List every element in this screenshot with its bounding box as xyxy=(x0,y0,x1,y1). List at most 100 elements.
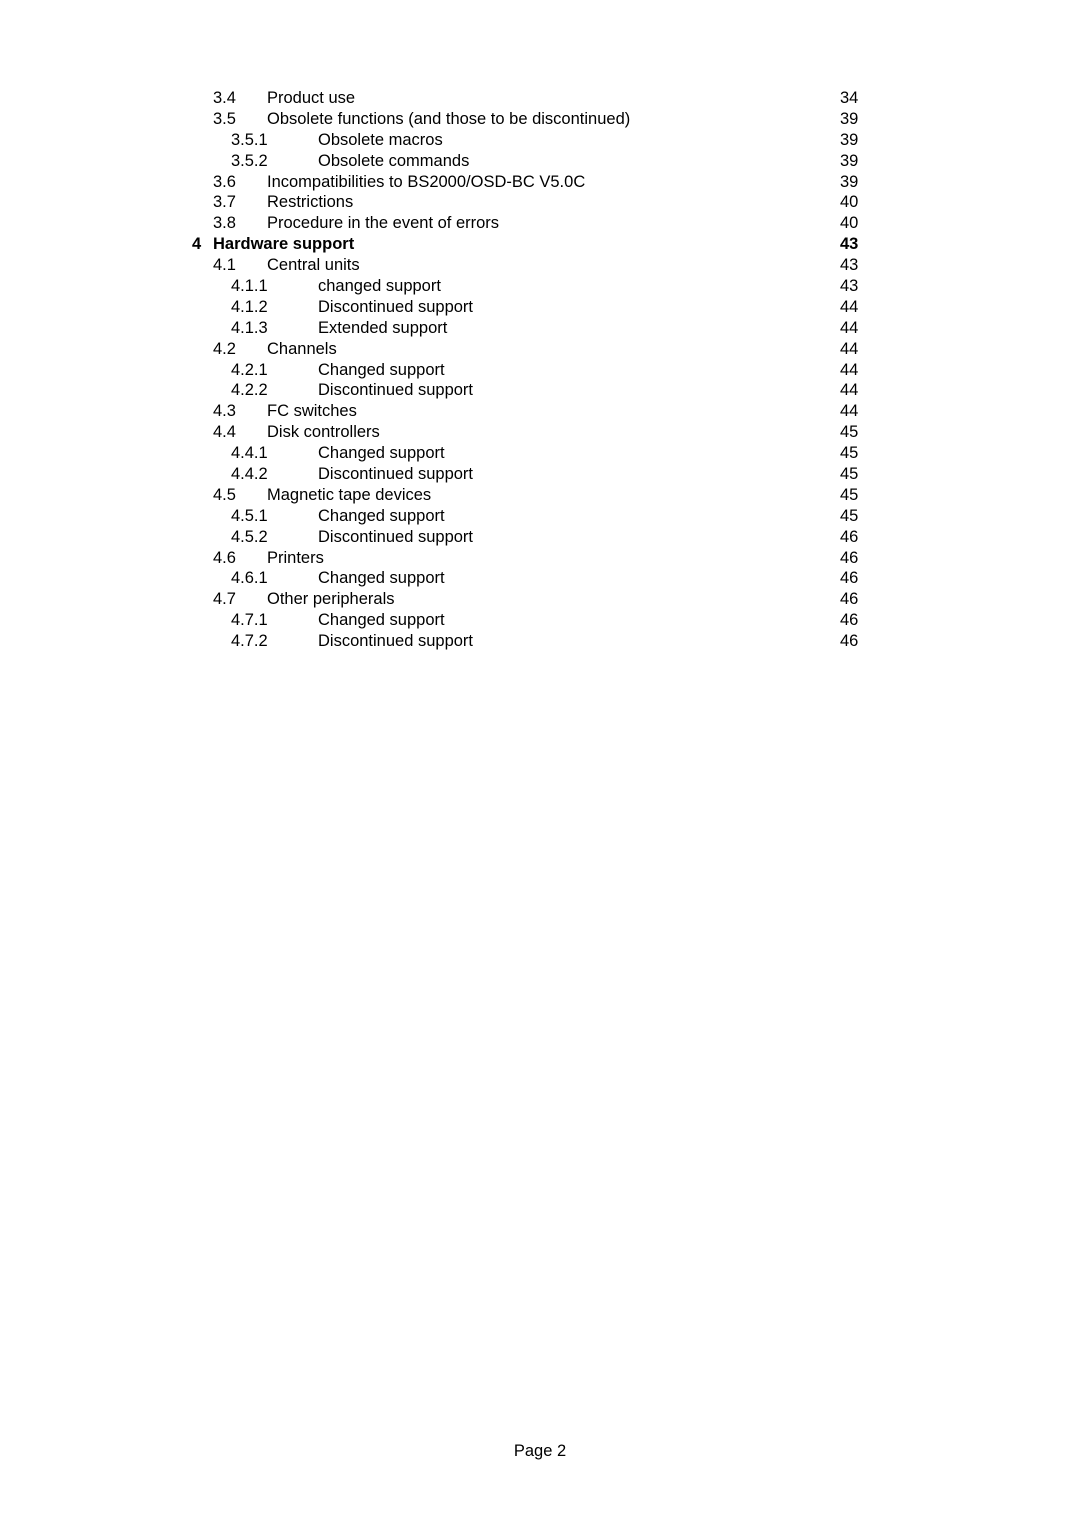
toc-entry[interactable]: 4.4.2 Discontinued support 45 xyxy=(180,464,900,485)
toc-entry-number: 4.7 xyxy=(213,590,236,609)
toc-entry-title: Changed support xyxy=(318,444,445,463)
toc-entry[interactable]: 4.7 Other peripherals 46 xyxy=(180,589,900,610)
toc-entry-page-number: 46 xyxy=(840,569,859,588)
toc-entry-title: Incompatibilities to BS2000/OSD-BC V5.0C xyxy=(267,172,586,191)
toc-entry[interactable]: 3.7 Restrictions 40 xyxy=(180,192,900,213)
toc-entry-number: 4.2 xyxy=(213,339,236,358)
toc-entry-title: Restrictions xyxy=(267,193,354,212)
toc-entry[interactable]: 3.4 Product use 34 xyxy=(180,88,900,109)
toc-entry-page-number: 39 xyxy=(840,172,859,191)
toc-entry-page-number: 40 xyxy=(840,214,859,233)
toc-entry-page-number: 44 xyxy=(840,339,859,358)
toc-entry-title: Channels xyxy=(267,339,337,358)
toc-entry-number: 4.2.2 xyxy=(231,381,268,400)
toc-entry-number: 3.8 xyxy=(213,214,236,233)
toc-entry[interactable]: 3.5 Obsolete functions (and those to be d… xyxy=(180,109,900,130)
toc-entry-title: Discontinued support xyxy=(318,527,474,546)
toc-entry-page-number: 46 xyxy=(840,611,859,630)
toc-entry-page-number: 46 xyxy=(840,632,859,651)
toc-entry-number: 3.7 xyxy=(213,193,236,212)
toc-entry-number: 3.6 xyxy=(213,172,236,191)
toc-entry-number: 4.6.1 xyxy=(231,569,268,588)
toc-entry-page-number: 45 xyxy=(840,423,859,442)
toc-entry-number: 4.6 xyxy=(213,548,236,567)
toc-entry-title: changed support xyxy=(318,277,441,296)
toc-entry-number: 4.1.1 xyxy=(231,277,268,296)
toc-entry-number: 4.4.2 xyxy=(231,465,268,484)
toc-entry-title: Magnetic tape devices xyxy=(267,485,432,504)
toc-entry-page-number: 46 xyxy=(840,590,859,609)
toc-entry-number: 3.5 xyxy=(213,109,236,128)
toc-entry-page-number: 45 xyxy=(840,465,859,484)
toc-entry[interactable]: 4 Hardware support 43 xyxy=(180,234,900,255)
toc-entry-title: Product use xyxy=(267,89,356,107)
toc-entry-title: Obsolete commands xyxy=(318,151,470,170)
toc-entry-number: 4.1.2 xyxy=(231,297,268,316)
toc-entry-page-number: 44 xyxy=(840,360,859,379)
toc-entry-number: 4.2.1 xyxy=(231,360,268,379)
toc-entry[interactable]: 4.7.1 Changed support 46 xyxy=(180,610,900,631)
toc-entry[interactable]: 3.8 Procedure in the event of errors 40 xyxy=(180,213,900,234)
page-footer: Page 2 xyxy=(513,1442,567,1460)
toc-entry[interactable]: 4.5.2 Discontinued support 46 xyxy=(180,527,900,548)
toc-entry-title: Printers xyxy=(267,548,324,567)
toc-entry-page-number: 39 xyxy=(840,151,859,170)
toc-entry-page-number: 43 xyxy=(840,277,859,296)
toc-entry[interactable]: 4.6 Printers 46 xyxy=(180,548,900,569)
toc-entry-number: 4.7.1 xyxy=(231,611,268,630)
toc-entry[interactable]: 4.3 FC switches 44 xyxy=(180,401,900,422)
toc-entry[interactable]: 4.2.1 Changed support 44 xyxy=(180,360,900,381)
toc-entry-number: 4.1 xyxy=(213,256,236,275)
toc-entry[interactable]: 4.5.1 Changed support 45 xyxy=(180,506,900,527)
toc-entry-number: 4.3 xyxy=(213,402,236,421)
toc-entry-page-number: 45 xyxy=(840,506,859,525)
toc-entry-number: 3.5.1 xyxy=(231,130,268,149)
toc-entry-title: Discontinued support xyxy=(318,381,474,400)
toc-entry-page-number: 44 xyxy=(840,318,859,337)
toc-entry-page-number: 43 xyxy=(840,235,859,254)
toc-entry-title: Obsolete macros xyxy=(318,130,443,149)
toc-entry-page-number: 43 xyxy=(840,256,859,275)
toc-entry[interactable]: 4.4.1 Changed support 45 xyxy=(180,443,900,464)
toc-entry-page-number: 44 xyxy=(840,402,859,421)
toc-entry-number: 4.5 xyxy=(213,485,236,504)
toc-entry[interactable]: 4.2 Channels 44 xyxy=(180,339,900,360)
toc-entry-title: Discontinued support xyxy=(318,297,474,316)
toc-entry[interactable]: 4.1 Central units 43 xyxy=(180,255,900,276)
toc-entry-number: 4.5.1 xyxy=(231,506,268,525)
toc-entry[interactable]: 4.5 Magnetic tape devices 45 xyxy=(180,485,900,506)
toc-entry-page-number: 39 xyxy=(840,130,859,149)
toc-entry-page-number: 34 xyxy=(840,89,859,107)
toc-entry-title: Changed support xyxy=(318,611,445,630)
toc-entry[interactable]: 3.5.1 Obsolete macros 39 xyxy=(180,130,900,151)
toc-entry[interactable]: 4.4 Disk controllers 45 xyxy=(180,422,900,443)
toc-entry-number: 4 xyxy=(192,235,202,254)
toc-entry-number: 3.5.2 xyxy=(231,151,268,170)
toc-entry-page-number: 45 xyxy=(840,444,859,463)
toc-entry-title: Obsolete functions (and those to be disc… xyxy=(267,109,631,128)
toc-entry-number: 3.4 xyxy=(213,89,236,107)
toc-entry-title: FC switches xyxy=(267,402,357,421)
toc-entry[interactable]: 4.1.1 changed support 43 xyxy=(180,276,900,297)
toc-entry-title: Disk controllers xyxy=(267,423,380,442)
toc-entry-number: 4.7.2 xyxy=(231,632,268,651)
toc-entry[interactable]: 4.1.3 Extended support 44 xyxy=(180,318,900,339)
toc-entry-title: Central units xyxy=(267,256,360,275)
toc-entry-page-number: 44 xyxy=(840,297,859,316)
toc-entry-title: Procedure in the event of errors xyxy=(267,214,500,233)
toc-entry-page-number: 44 xyxy=(840,381,859,400)
toc-entry[interactable]: 4.2.2 Discontinued support 44 xyxy=(180,380,900,401)
toc-entry[interactable]: 3.5.2 Obsolete commands 39 xyxy=(180,151,900,172)
toc-entry-page-number: 45 xyxy=(840,485,859,504)
toc-entry-title: Other peripherals xyxy=(267,590,395,609)
toc-entry-number: 4.4 xyxy=(213,423,236,442)
toc-entry-number: 4.1.3 xyxy=(231,318,268,337)
toc-entry-title: Discontinued support xyxy=(318,632,474,651)
toc-entry-page-number: 46 xyxy=(840,548,859,567)
toc-entry[interactable]: 4.6.1 Changed support 46 xyxy=(180,568,900,589)
toc-entry[interactable]: 4.1.2 Discontinued support 44 xyxy=(180,297,900,318)
toc-entry[interactable]: 4.7.2 Discontinued support 46 xyxy=(180,631,900,652)
toc-entry-title: Changed support xyxy=(318,360,445,379)
toc-entry[interactable]: 3.6 Incompatibilities to BS2000/OSD-BC V5… xyxy=(180,172,900,193)
toc-entry-title: Changed support xyxy=(318,506,445,525)
